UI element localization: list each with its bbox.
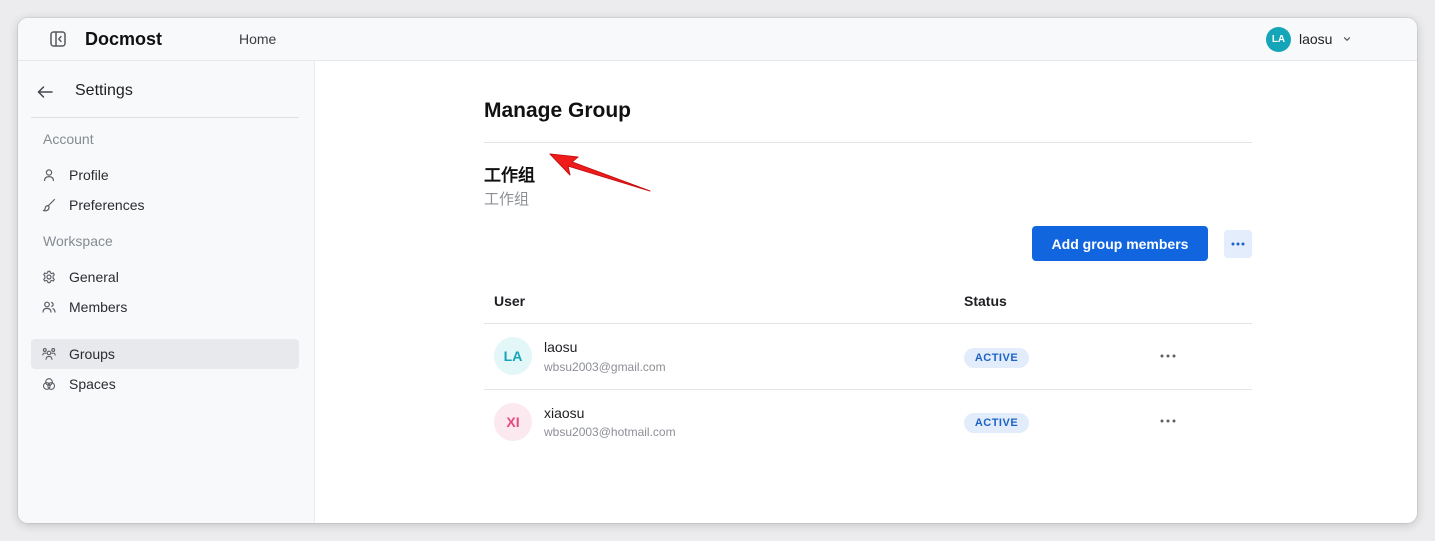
sidebar-item-label: Spaces	[69, 376, 116, 392]
sidebar-item-label: General	[69, 269, 119, 285]
chevron-down-icon	[1344, 37, 1351, 41]
main-content: Manage Group 工作组 工作组 Add group members U…	[316, 61, 1417, 523]
column-header-status: Status	[964, 293, 1007, 309]
table-header-divider	[484, 323, 1252, 324]
sidebar-item-label: Profile	[69, 167, 109, 183]
section-label-workspace: Workspace	[43, 233, 113, 249]
member-name: laosu	[544, 339, 578, 355]
row-divider	[484, 389, 1252, 390]
section-label-account: Account	[43, 131, 94, 147]
app-logo-text[interactable]: Docmost	[85, 29, 162, 50]
sidebar-item-groups[interactable]: Groups	[31, 339, 299, 369]
spaces-icon	[42, 378, 56, 390]
title-divider	[484, 142, 1252, 143]
settings-title: Settings	[75, 82, 133, 99]
sidebar-item-members[interactable]: Members	[31, 292, 299, 322]
status-badge: ACTIVE	[964, 348, 1029, 368]
users-icon	[42, 301, 56, 313]
row-more-button[interactable]	[1154, 411, 1182, 431]
sidebar-item-label: Members	[69, 299, 128, 315]
dots-horizontal-icon	[1160, 354, 1176, 358]
user-icon	[43, 169, 55, 182]
settings-sidebar: Settings Account Profile Preferences Wor…	[18, 61, 315, 523]
sidebar-divider	[31, 117, 299, 118]
user-menu[interactable]: LA laosu	[1266, 26, 1352, 52]
row-more-button[interactable]	[1154, 346, 1182, 366]
arrow-left-icon[interactable]	[36, 83, 54, 101]
sidebar-item-label: Groups	[69, 346, 115, 362]
sidebar-toggle-icon[interactable]	[49, 30, 67, 48]
nav-home-link[interactable]: Home	[239, 31, 276, 47]
member-avatar: XI	[494, 403, 532, 441]
user-avatar: LA	[1266, 26, 1291, 52]
user-name: laosu	[1299, 31, 1333, 47]
group-name: 工作组	[484, 166, 535, 185]
status-badge: ACTIVE	[964, 413, 1029, 433]
dots-horizontal-icon	[1231, 242, 1245, 246]
sidebar-item-spaces[interactable]: Spaces	[31, 369, 299, 399]
member-name: xiaosu	[544, 405, 585, 421]
sidebar-item-profile[interactable]: Profile	[31, 160, 299, 190]
member-email: wbsu2003@gmail.com	[544, 360, 666, 374]
brush-icon	[42, 198, 56, 212]
column-header-user: User	[494, 293, 526, 309]
top-header: Docmost Home LA laosu	[18, 18, 1417, 61]
member-avatar: LA	[494, 337, 532, 375]
page-title: Manage Group	[484, 99, 632, 122]
dots-horizontal-icon	[1160, 419, 1176, 423]
sidebar-item-label: Preferences	[69, 197, 145, 213]
group-icon	[42, 348, 56, 360]
app-window: Docmost Home LA laosu Settings Account P…	[18, 18, 1417, 523]
add-group-members-button[interactable]: Add group members	[1032, 226, 1208, 261]
group-more-button[interactable]	[1224, 230, 1252, 258]
sidebar-item-general[interactable]: General	[31, 262, 299, 292]
group-description: 工作组	[484, 191, 530, 208]
member-email: wbsu2003@hotmail.com	[544, 425, 676, 439]
sidebar-item-preferences[interactable]: Preferences	[31, 190, 299, 220]
gear-icon	[43, 270, 55, 284]
